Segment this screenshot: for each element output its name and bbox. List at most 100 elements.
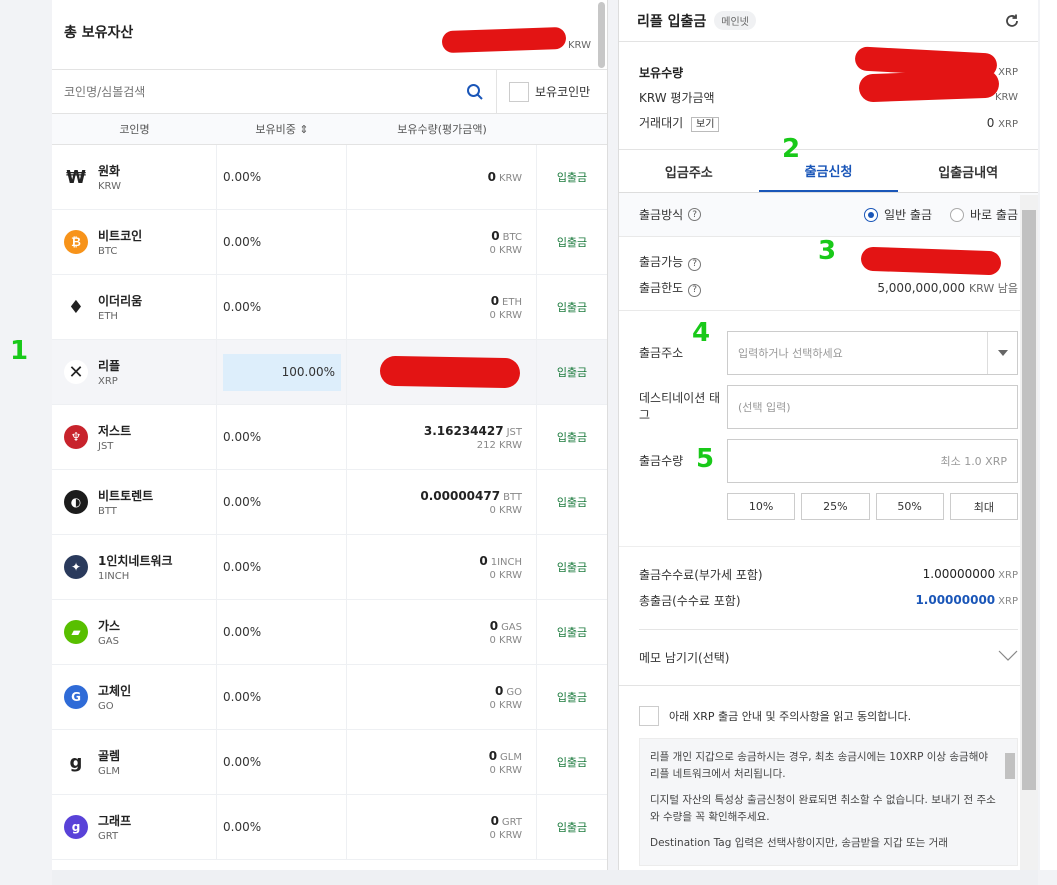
address-select[interactable]: 입력하거나 선택하세요 [727, 331, 1018, 375]
fee-row: 출금수수료(부가세 포함) 1.00000000 XRP [639, 561, 1018, 587]
coin-label: 이더리움 ETH [98, 292, 142, 322]
agree-checkbox[interactable] [639, 706, 659, 726]
amount-number: 0 [488, 748, 498, 763]
search-icon[interactable] [466, 83, 484, 101]
tab-history[interactable]: 입출금내역 [898, 150, 1038, 192]
method-normal-radio[interactable]: 일반 출금 [864, 206, 932, 223]
coin-cell: ▰ 가스 GAS [52, 600, 217, 664]
dest-tag-label: 데스티네이션 태그 [639, 391, 721, 422]
coin-symbol: XRP [98, 376, 118, 387]
table-row[interactable]: ✦ 1인치네트워크 1INCH 0.00% 0 1INCH 0 KRW 입출금 [52, 535, 607, 600]
ratio-cell: 0.00% [217, 535, 347, 599]
amount-unit: GRT [501, 816, 522, 828]
help-icon[interactable]: ? [688, 208, 702, 221]
table-row[interactable]: ▰ 가스 GAS 0.00% 0 GAS 0 KRW 입출금 [52, 600, 607, 665]
amount-cell: 0 1INCH 0 KRW [347, 535, 537, 599]
amount-number: 0 [489, 618, 499, 633]
table-row[interactable]: g 그래프 GRT 0.00% 0 GRT 0 KRW 입출금 [52, 795, 607, 860]
quantity-input[interactable]: 최소 1.0 XRP [727, 439, 1018, 483]
refresh-icon[interactable] [1004, 13, 1020, 29]
available-label: 출금가능 [639, 255, 684, 270]
deposit-withdraw-link[interactable]: 입출금 [537, 405, 607, 469]
amount-value: 0 KRW [488, 170, 522, 184]
deposit-withdraw-link[interactable]: 입출금 [537, 600, 607, 664]
pending-see-button[interactable]: 보기 [691, 117, 720, 132]
chevron-down-icon[interactable] [987, 332, 1017, 374]
percent-10-button[interactable]: 10% [727, 493, 796, 520]
coin-label: 가스 GAS [98, 617, 120, 647]
deposit-withdraw-link[interactable]: 입출금 [537, 275, 607, 339]
tab-deposit-address[interactable]: 입금주소 [619, 150, 759, 192]
coin-symbol: JST [98, 441, 114, 452]
table-row[interactable]: ✕ 리플 XRP 100.00% 입출금 [52, 340, 607, 405]
amount-krw: 0 KRW [489, 634, 522, 646]
deposit-withdraw-link[interactable]: 입출금 [537, 665, 607, 729]
method-instant-label: 바로 출금 [970, 208, 1018, 222]
deposit-withdraw-link[interactable]: 입출금 [537, 730, 607, 794]
deposit-withdraw-link[interactable]: 입출금 [537, 535, 607, 599]
coin-label: 고체인 GO [98, 682, 131, 712]
search-row: 보유코인만 [52, 70, 607, 114]
col-coin-name[interactable]: 코인명 [52, 121, 217, 137]
left-scrollbar[interactable] [598, 2, 605, 68]
deposit-withdraw-link[interactable]: 입출금 [537, 795, 607, 859]
amount-cell: 3.16234427 JST 212 KRW [347, 405, 537, 469]
percent-25-button[interactable]: 25% [801, 493, 870, 520]
help-icon[interactable]: ? [688, 257, 702, 271]
amount-cell: 0.00000477 BTT 0 KRW [347, 470, 537, 534]
amount-value: 3.16234427 JST [424, 424, 522, 438]
amount-cell [347, 340, 537, 404]
notice-box[interactable]: 리플 개인 지갑으로 송금하시는 경우, 최초 송금시에는 10XRP 이상 송… [639, 738, 1018, 866]
own-coins-only-checkbox[interactable] [509, 81, 529, 102]
total-label: 총출금(수수료 포함) [639, 593, 741, 608]
coin-search-input[interactable] [64, 84, 466, 99]
ratio-value: 0.00% [223, 170, 262, 184]
page-edge [1040, 0, 1057, 870]
coin-cell: ♆ 저스트 JST [52, 405, 217, 469]
fee-unit: XRP [998, 570, 1018, 581]
own-coins-only-toggle[interactable]: 보유코인만 [497, 70, 607, 113]
percent-50-button[interactable]: 50% [875, 493, 944, 520]
table-row[interactable]: ◐ 비트토렌트 BTT 0.00% 0.00000477 BTT 0 KRW 입출금 [52, 470, 607, 535]
table-row[interactable]: ♆ 저스트 JST 0.00% 3.16234427 JST 212 KRW 입출금 [52, 405, 607, 470]
amount-krw: 0 KRW [489, 699, 522, 711]
col-ratio[interactable]: 보유비중 ⇕ [217, 121, 347, 137]
table-row[interactable]: ₿ 비트코인 BTC 0.00% 0 BTC 0 KRW 입출금 [52, 210, 607, 275]
deposit-withdraw-link[interactable]: 입출금 [537, 210, 607, 274]
notice-scrollbar[interactable] [1005, 753, 1015, 779]
tab-withdraw-request[interactable]: 출금신청 [758, 150, 899, 192]
table-row[interactable]: g 골렘 GLM 0.00% 0 GLM 0 KRW 입출금 [52, 730, 607, 795]
table-row[interactable]: ♦ 이더리움 ETH 0.00% 0 ETH 0 KRW 입출금 [52, 275, 607, 340]
memo-toggle[interactable]: 메모 남기기(선택) [639, 629, 1018, 685]
table-row[interactable]: ₩ 원화 KRW 0.00% 0 KRW 입출금 [52, 145, 607, 210]
dest-tag-input[interactable]: (선택 입력) [727, 385, 1018, 429]
deposit-withdraw-link[interactable]: 입출금 [537, 470, 607, 534]
summary-pending-row: 거래대기 보기 0 XRP [639, 110, 1018, 135]
coin-symbol: GLM [98, 766, 120, 777]
ratio-value: 0.00% [223, 430, 262, 444]
coin-symbol: ETH [98, 311, 118, 322]
method-instant-radio[interactable]: 바로 출금 [950, 206, 1018, 223]
right-scrollbar[interactable] [1022, 210, 1036, 790]
coin-cell: ✕ 리플 XRP [52, 340, 217, 404]
coin-cell: ◐ 비트토렌트 BTT [52, 470, 217, 534]
table-row[interactable]: G 고체인 GO 0.00% 0 GO 0 KRW 입출금 [52, 665, 607, 730]
coin-name: 저스트 [98, 424, 132, 438]
percent-max-button[interactable]: 최대 [949, 493, 1018, 520]
coin-icon: g [64, 815, 88, 839]
amount-number: 0.00000477 [420, 488, 501, 503]
ratio-bar: 100.00% [223, 353, 341, 391]
help-icon[interactable]: ? [688, 283, 702, 297]
coin-icon: G [64, 685, 88, 709]
deposit-withdraw-link[interactable]: 입출금 [537, 145, 607, 209]
coin-name: 골렘 [98, 749, 121, 763]
coin-label: 골렘 GLM [98, 747, 120, 777]
amount-unit: 1INCH [490, 556, 522, 568]
amount-unit: KRW [499, 173, 522, 184]
amount-unit: GLM [500, 751, 522, 763]
ratio-cell: 0.00% [217, 210, 347, 274]
amount-krw: 0 KRW [489, 309, 522, 321]
limit-group: 출금한도? [639, 279, 702, 297]
amount-value: 0 GLM [489, 749, 522, 763]
deposit-withdraw-link[interactable]: 입출금 [537, 340, 607, 404]
